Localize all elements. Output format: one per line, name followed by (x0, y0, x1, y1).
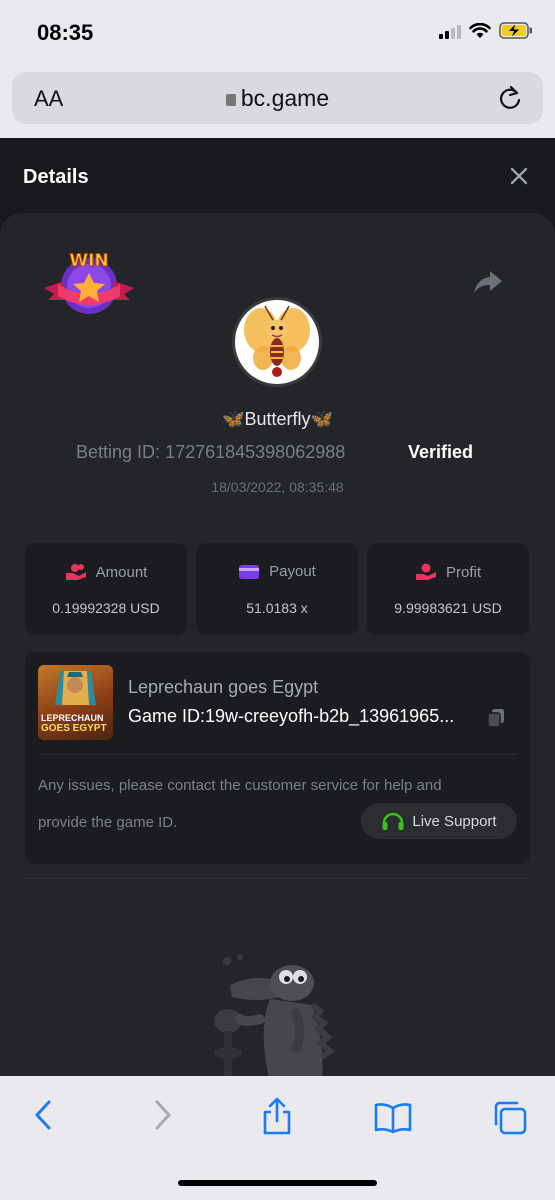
butterfly-avatar-image (244, 305, 310, 377)
pharaoh-image (55, 671, 96, 705)
url-text: bc.game (240, 85, 330, 111)
profit-label: Profit (445, 563, 481, 581)
game-id-label: Game ID: (128, 706, 206, 726)
bet-timestamp: 18/03/2022, 08:35:48 (211, 479, 344, 495)
verified-link[interactable]: Verified (408, 442, 473, 463)
betting-id-label: Betting ID: (76, 442, 161, 462)
back-icon[interactable] (32, 1098, 54, 1132)
thumb-title-line1: LEPRECHAUN (41, 713, 104, 723)
page-content: Details WIN 🦋Butterfly🦋 Betting ID: 1727… (0, 138, 555, 1076)
game-card: LEPRECHAUN GOES EGYPT Leprechaun goes Eg… (25, 652, 530, 864)
avatar (232, 297, 322, 387)
address-bar[interactable]: AA bc.game (12, 72, 543, 124)
amount-label: Amount (95, 563, 148, 581)
headset-icon (382, 812, 404, 830)
divider (25, 878, 530, 879)
coins-hand-icon (65, 564, 86, 580)
divider (38, 754, 517, 755)
status-bar: 08:35 (0, 0, 555, 66)
support-notice-line1: Any issues, please contact the customer … (38, 777, 442, 794)
game-id: Game ID:19w-creeyofh-b2b_13961965... (128, 706, 454, 727)
live-support-button[interactable]: Live Support (361, 803, 517, 839)
thumb-title-line2: GOES EGYPT (41, 723, 107, 734)
game-name[interactable]: Leprechaun goes Egypt (128, 677, 318, 698)
reload-icon[interactable] (497, 84, 523, 112)
lock-icon (225, 94, 236, 106)
url-display[interactable]: bc.game (12, 85, 543, 112)
payout-value: 51.0183 x (246, 600, 308, 616)
player-name-text: Butterfly (244, 409, 311, 429)
profit-value: 9.99983621 USD (394, 600, 502, 616)
amount-card: Amount 0.19992328 USD (25, 543, 187, 635)
tabs-icon[interactable] (492, 1100, 528, 1136)
share-arrow-icon[interactable] (473, 269, 503, 295)
status-icons (439, 22, 533, 39)
profit-card: Profit 9.99983621 USD (367, 543, 529, 635)
payout-label: Payout (269, 563, 316, 580)
game-id-value: 19w-creeyofh-b2b_13961965... (205, 706, 455, 726)
game-thumbnail[interactable]: LEPRECHAUN GOES EGYPT (38, 665, 113, 740)
wifi-icon (469, 22, 491, 38)
payout-card: Payout 51.0183 x (196, 543, 358, 635)
forward-icon[interactable] (152, 1098, 174, 1132)
share-icon[interactable] (262, 1096, 292, 1136)
bookmarks-icon[interactable] (374, 1102, 412, 1134)
modal-title: Details (23, 166, 89, 188)
status-time: 08:35 (37, 20, 94, 45)
butterfly-emoji-right: 🦋 (310, 409, 333, 429)
live-support-label: Live Support (412, 812, 497, 830)
browser-address-area: AA bc.game (0, 66, 555, 138)
crocodile-mascot-image (214, 954, 335, 1076)
battery-charging-icon (499, 22, 532, 39)
player-name: 🦋Butterfly🦋 (0, 409, 555, 430)
bet-details-panel: WIN 🦋Butterfly🦋 Betting ID: 172761845398… (0, 213, 555, 1076)
profit-hand-icon (415, 563, 436, 580)
support-notice-line2: provide the game ID. (38, 814, 178, 831)
wallet-card-icon (239, 564, 260, 579)
win-badge-text: WIN (69, 251, 108, 271)
home-indicator (178, 1180, 377, 1186)
butterfly-emoji-left: 🦋 (222, 409, 245, 429)
copy-icon[interactable] (486, 708, 506, 728)
betting-id: Betting ID: 172761845398062988 (76, 442, 345, 463)
cellular-signal-icon (439, 23, 461, 39)
betting-id-value: 172761845398062988 (165, 442, 346, 462)
win-badge-icon: WIN (44, 251, 134, 314)
amount-value: 0.19992328 USD (52, 600, 160, 616)
close-icon[interactable] (509, 166, 529, 186)
